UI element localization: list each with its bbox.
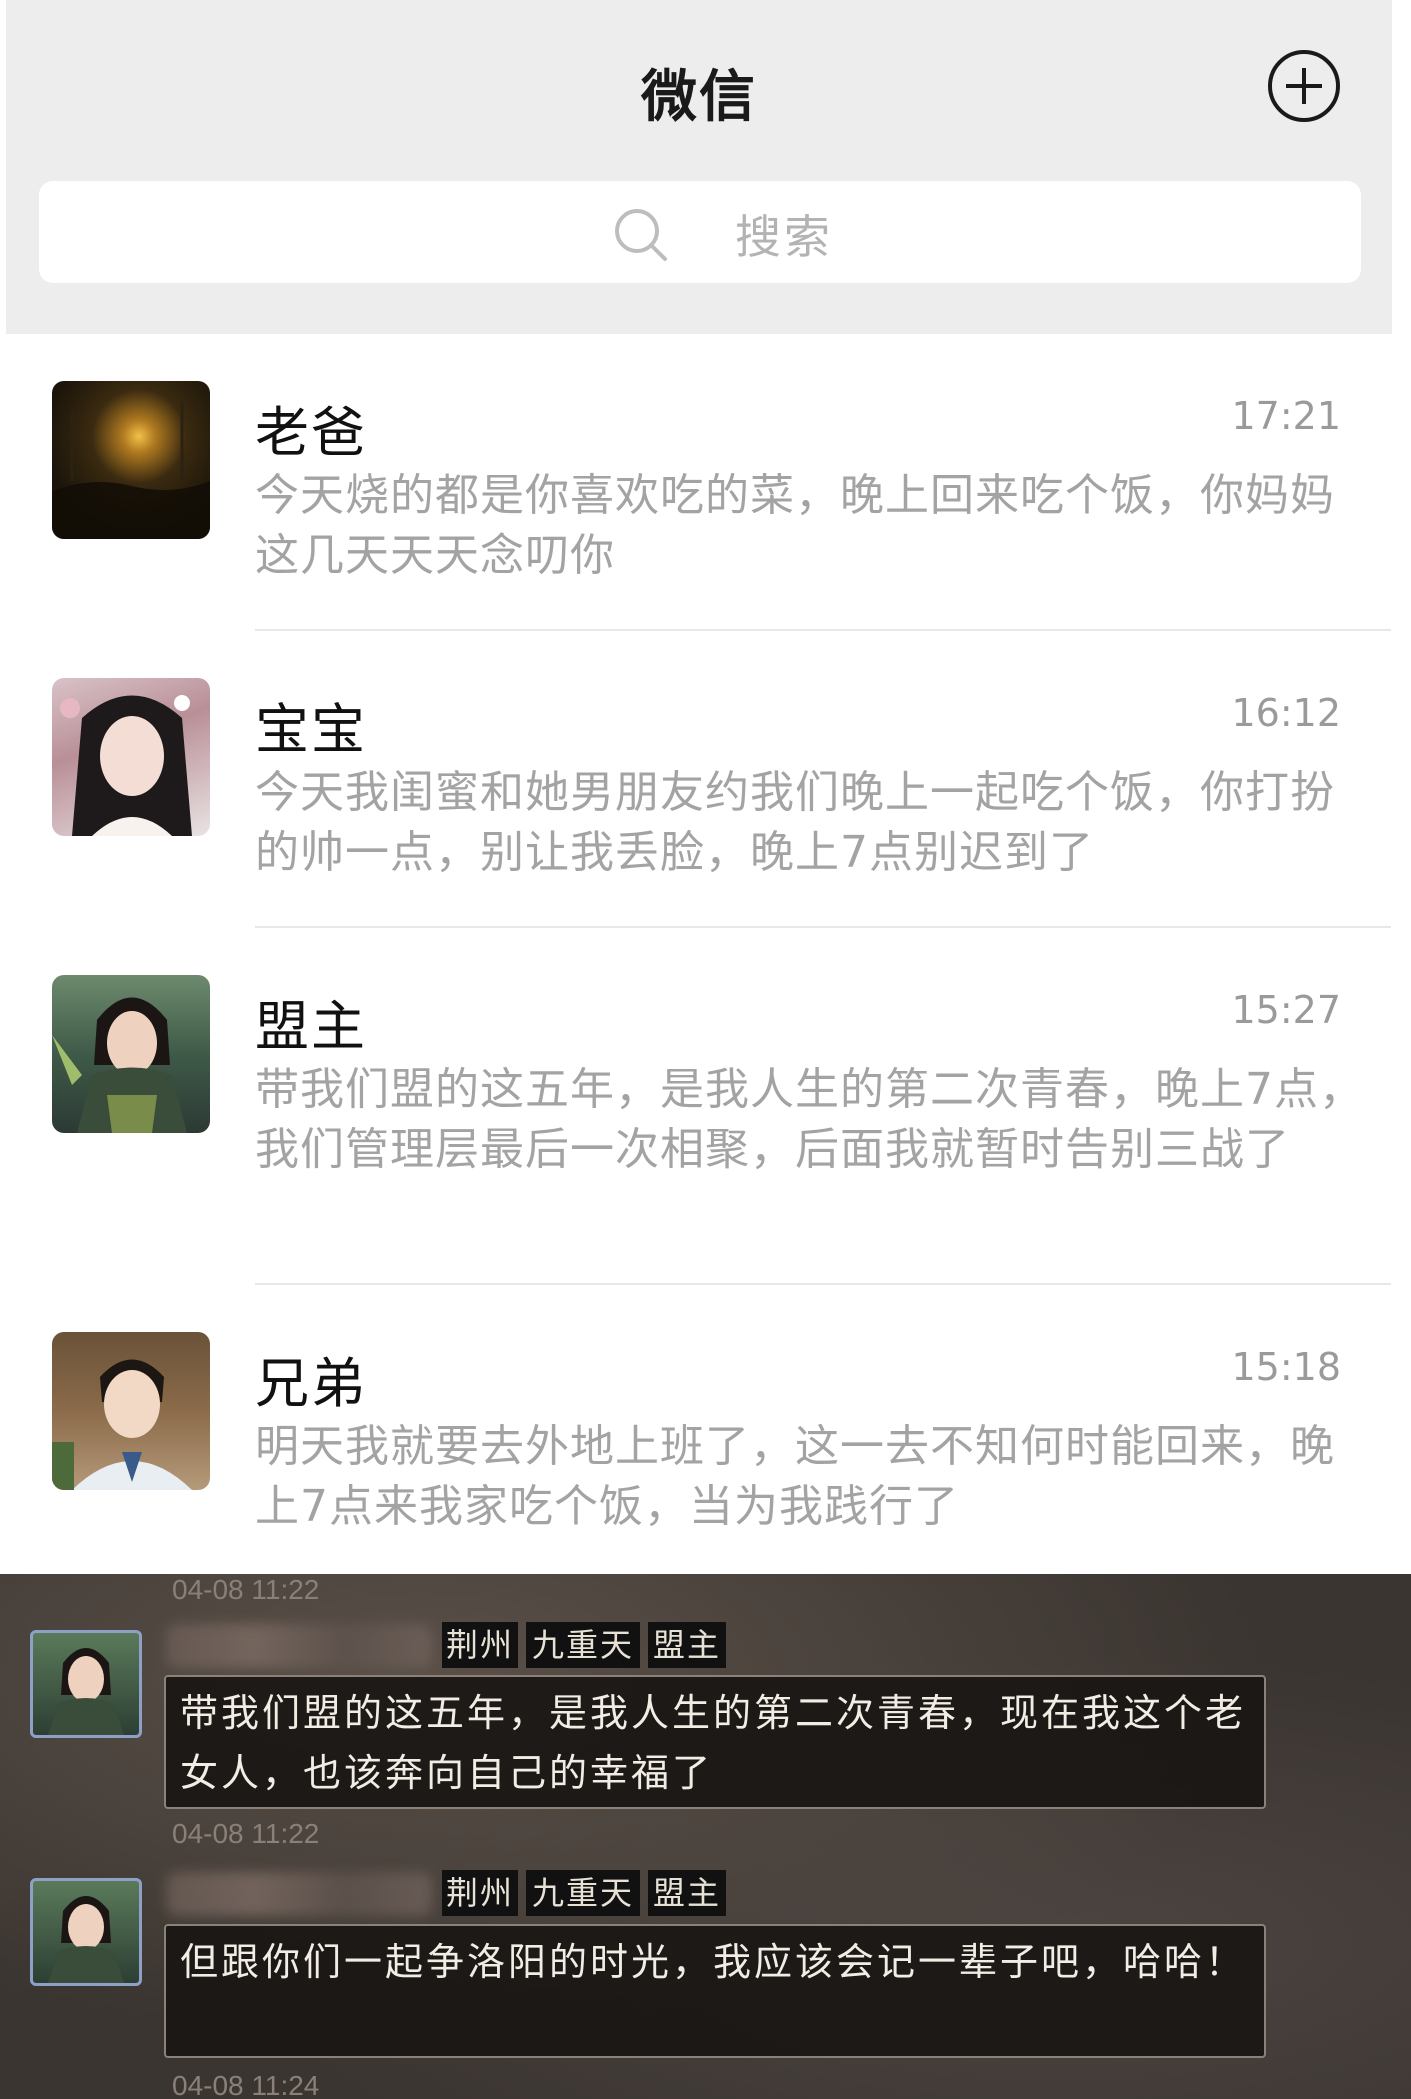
message-time: 04-08 11:22 xyxy=(172,1574,320,1605)
message-bubble: 带我们盟的这五年，是我人生的第二次青春，现在我这个老女人，也该奔向自己的幸福了 xyxy=(164,1675,1266,1809)
chat-preview: 今天烧的都是你喜欢吃的菜，晚上回来吃个饭，你妈妈这几天天天念叨你 xyxy=(255,470,1335,581)
chat-item-baby[interactable]: 宝宝 16:12 今天我闺蜜和她男朋友约我们晚上一起吃个饭，你打扮的帅一点，别让… xyxy=(0,631,1411,928)
add-button[interactable] xyxy=(1268,50,1340,122)
avatar-image xyxy=(48,1648,124,1735)
avatar-image xyxy=(48,1896,124,1983)
message-time: 04-08 11:24 xyxy=(172,2070,320,2099)
chat-time: 15:27 xyxy=(1231,988,1341,1032)
chat-name: 盟主 xyxy=(255,995,367,1058)
blurred-username xyxy=(166,1872,432,1916)
avatar-image xyxy=(52,997,187,1133)
tag-role: 盟主 xyxy=(648,1622,726,1668)
blurred-username xyxy=(166,1624,432,1668)
chat-item-alliance-leader[interactable]: 盟主 15:27 带我们盟的这五年，是我人生的第二次青春，晚上7点，我们管理层最… xyxy=(0,928,1411,1285)
avatar-image xyxy=(60,695,192,836)
avatar-image xyxy=(52,401,210,539)
message-bubble: 但跟你们一起争洛阳的时光，我应该会记一辈子吧，哈哈！ xyxy=(164,1924,1266,2058)
search-icon xyxy=(615,209,667,261)
chat-item-brother[interactable]: 兄弟 15:18 明天我就要去外地上班了，这一去不知何时能回来，晚上7点来我家吃… xyxy=(0,1285,1411,1574)
chat-item-dad[interactable]: 老爸 17:21 今天烧的都是你喜欢吃的菜，晚上回来吃个饭，你妈妈这几天天天念叨… xyxy=(0,334,1411,631)
chat-preview: 带我们盟的这五年，是我人生的第二次青春，晚上7点，我们管理层最后一次相聚，后面我… xyxy=(255,1064,1364,1175)
tag-role: 盟主 xyxy=(648,1870,726,1916)
chat-time: 15:18 xyxy=(1231,1345,1341,1389)
chat-time: 16:12 xyxy=(1231,691,1341,735)
tag-guild: 九重天 xyxy=(526,1622,640,1668)
search-placeholder: 搜索 xyxy=(735,210,833,264)
avatar xyxy=(30,1878,142,1986)
avatar xyxy=(52,381,210,539)
tag-region: 荆州 xyxy=(442,1870,518,1916)
avatar xyxy=(52,975,210,1133)
chat-time: 17:21 xyxy=(1231,394,1341,438)
page-title: 微信 xyxy=(641,65,757,130)
wechat-header: 微信 搜索 xyxy=(6,0,1392,334)
tag-region: 荆州 xyxy=(442,1622,518,1668)
avatar xyxy=(52,1332,210,1490)
avatar xyxy=(30,1630,142,1738)
plus-circle-icon xyxy=(1286,68,1322,104)
chat-name: 老爸 xyxy=(255,401,367,464)
chat-preview: 明天我就要去外地上班了，这一去不知何时能回来，晚上7点来我家吃个饭，当为我践行了 xyxy=(255,1421,1335,1532)
search-bar[interactable]: 搜索 xyxy=(39,181,1361,283)
tag-guild: 九重天 xyxy=(526,1870,640,1916)
game-chat-screenshot: 04-08 11:22 荆州 九重天 盟主 带我们盟的这五年，是我人生的第二次青… xyxy=(0,1574,1411,2099)
chat-name: 兄弟 xyxy=(255,1352,367,1415)
avatar xyxy=(52,678,210,836)
message-time: 04-08 11:22 xyxy=(172,1818,320,1849)
avatar-image xyxy=(52,1359,192,1490)
chat-name: 宝宝 xyxy=(255,698,367,761)
chat-preview: 今天我闺蜜和她男朋友约我们晚上一起吃个饭，你打扮的帅一点，别让我丢脸，晚上7点别… xyxy=(255,767,1335,878)
